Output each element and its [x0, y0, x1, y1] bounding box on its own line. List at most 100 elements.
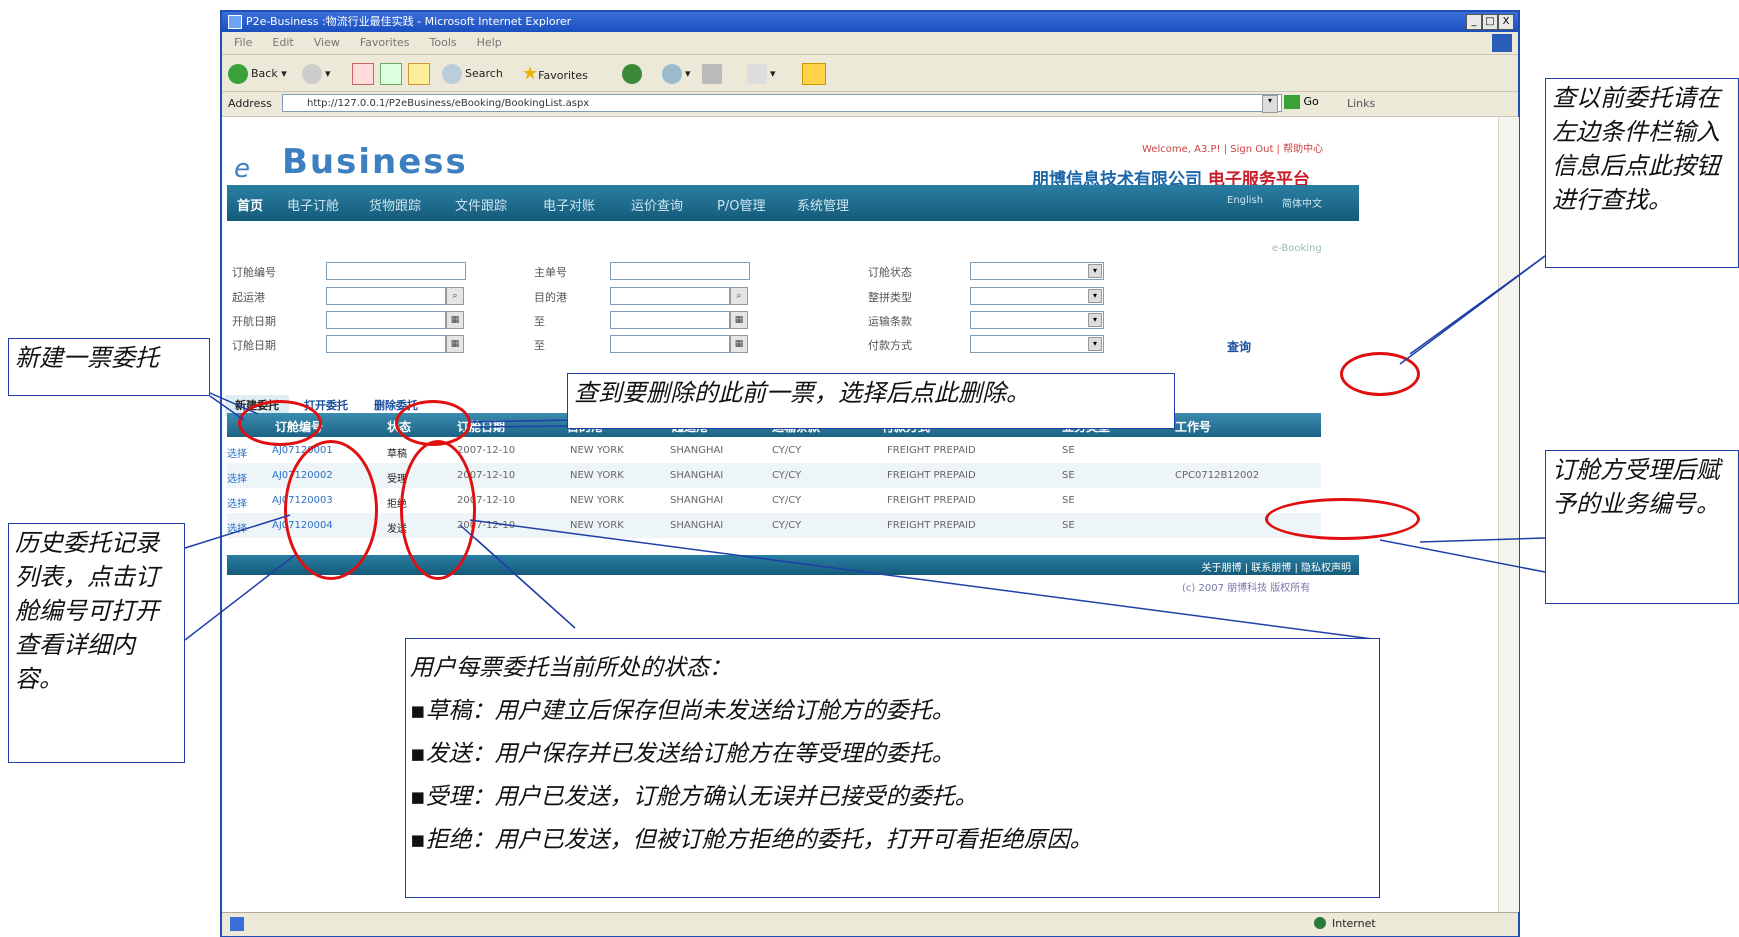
payment-cell: FREIGHT PREPAID — [887, 520, 976, 531]
back-button[interactable]: Back ▾ — [228, 63, 287, 85]
ie-icon — [228, 15, 242, 29]
business-type-cell: SE — [1062, 495, 1075, 506]
lang-english[interactable]: English — [1227, 195, 1263, 206]
status-bar: Internet — [222, 912, 1518, 936]
destination-port-input[interactable] — [610, 287, 730, 305]
payment-method-select[interactable]: ▾ — [970, 335, 1104, 353]
table-row: 选择 AJ07120004 发送 2007-12-10 NEW YORK SHA… — [227, 513, 1321, 538]
booking-status-select[interactable]: ▾ — [970, 262, 1104, 280]
sail-date-from-input[interactable] — [326, 311, 446, 329]
nav-system-management[interactable]: 系统管理 — [797, 195, 849, 214]
highlight-status-column — [400, 440, 476, 580]
menu-view[interactable]: View — [314, 36, 340, 49]
print-icon[interactable] — [702, 63, 725, 85]
nav-cargo-tracking[interactable]: 货物跟踪 — [369, 195, 421, 214]
refresh-icon[interactable] — [380, 63, 402, 85]
row-select-link[interactable]: 选择 — [227, 445, 247, 460]
chevron-down-icon: ▾ — [1088, 313, 1102, 327]
origin-lookup-icon[interactable]: ⌕ — [446, 287, 464, 305]
folder-icon[interactable] — [802, 63, 826, 85]
nav-home[interactable]: 首页 — [237, 195, 263, 214]
destination-lookup-icon[interactable]: ⌕ — [730, 287, 748, 305]
nav-ebooking[interactable]: 电子订舱 — [287, 195, 339, 214]
main-nav: 首页 电子订舱 货物跟踪 文件跟踪 电子对账 运价查询 P/O管理 系统管理 E… — [227, 185, 1359, 221]
calendar-icon[interactable]: ▦ — [446, 335, 464, 353]
minimize-button[interactable]: _ — [1466, 14, 1482, 30]
footer-links[interactable]: 关于朋博 | 联系朋博 | 隐私权声明 — [1202, 559, 1351, 574]
calendar-icon[interactable]: ▦ — [730, 311, 748, 329]
row-select-link[interactable]: 选择 — [227, 520, 247, 535]
vertical-scrollbar[interactable] — [1498, 117, 1519, 912]
destination-cell: NEW YORK — [570, 445, 624, 456]
filter-label-master-bl: 主单号 — [534, 266, 567, 279]
row-select-link[interactable]: 选择 — [227, 495, 247, 510]
lang-chinese[interactable]: 简体中文 — [1282, 195, 1322, 210]
address-input[interactable]: http://127.0.0.1/P2eBusiness/eBooking/Bo… — [282, 94, 1282, 112]
nav-reconciliation[interactable]: 电子对账 — [543, 195, 595, 214]
favorites-button[interactable]: ★Favorites — [522, 63, 588, 85]
booking-no-input[interactable] — [326, 262, 466, 280]
stop-icon[interactable] — [352, 63, 374, 85]
filter-label-sail-date: 开航日期 — [232, 315, 276, 328]
row-select-link[interactable]: 选择 — [227, 470, 247, 485]
home-icon[interactable] — [408, 63, 430, 85]
menu-tools[interactable]: Tools — [430, 36, 457, 49]
welcome-text[interactable]: Welcome, A3.P! | Sign Out | 帮助中心 — [1142, 140, 1323, 155]
highlight-job-no — [1265, 498, 1420, 540]
annotation-status-legend: 用户每票委托当前所处的状态： ▪草稿：用户建立后保存但尚未发送给订舱方的委托。 … — [405, 638, 1380, 898]
search-icon — [442, 64, 462, 84]
sail-date-to-input[interactable] — [610, 311, 730, 329]
query-button[interactable]: 查询 — [1227, 338, 1251, 355]
forward-button[interactable]: ▾ — [302, 63, 331, 85]
status-legend-title: 用户每票委托当前所处的状态： — [410, 655, 732, 681]
address-dropdown-icon[interactable]: ▾ — [1262, 95, 1278, 113]
col-job-no: 工作号 — [1175, 420, 1212, 434]
nav-po-management[interactable]: P/O管理 — [717, 195, 765, 214]
chevron-down-icon: ▾ — [1088, 289, 1102, 303]
payment-cell: FREIGHT PREPAID — [887, 495, 976, 506]
filter-label-to: 至 — [534, 315, 545, 328]
nav-file-tracking[interactable]: 文件跟踪 — [455, 195, 507, 214]
logo-e: e — [234, 154, 250, 184]
annotation-history: 历史委托记录列表，点击订舱编号可打开查看详细内容。 — [8, 523, 185, 763]
mail-icon[interactable]: ▾ — [662, 63, 691, 85]
business-type-cell: SE — [1062, 520, 1075, 531]
calendar-icon[interactable]: ▦ — [730, 335, 748, 353]
destination-cell: NEW YORK — [570, 520, 624, 531]
load-type-select[interactable]: ▾ — [970, 287, 1104, 305]
history-icon[interactable] — [622, 63, 645, 85]
status-legend-item: ▪拒绝：用户已发送，但被订舱方拒绝的委托，打开可看拒绝原因。 — [410, 827, 1093, 853]
table-row: 选择 AJ07120001 草稿 2007-12-10 NEW YORK SHA… — [227, 438, 1321, 463]
breadcrumb: e-Booking — [1272, 243, 1322, 254]
annotation-delete: 查到要删除的此前一票，选择后点此删除。 — [567, 373, 1175, 429]
links-button[interactable]: Links — [1347, 97, 1375, 110]
booking-date-from-input[interactable] — [326, 335, 446, 353]
edit-icon[interactable]: ▾ — [747, 63, 776, 85]
status-legend-item: ▪草稿：用户建立后保存但尚未发送给订舱方的委托。 — [410, 698, 955, 724]
calendar-icon[interactable]: ▦ — [446, 311, 464, 329]
filter-label-booking-date: 订舱日期 — [232, 339, 276, 352]
terms-cell: CY/CY — [772, 495, 802, 506]
title-bar: P2e-Business :物流行业最佳实践 - Microsoft Inter… — [222, 12, 1518, 32]
maximize-button[interactable]: □ — [1482, 14, 1498, 30]
filter-label-to: 至 — [534, 339, 545, 352]
destination-cell: NEW YORK — [570, 495, 624, 506]
master-bl-input[interactable] — [610, 262, 750, 280]
booking-date-cell: 2007-12-10 — [457, 445, 516, 456]
star-icon: ★ — [522, 63, 539, 84]
menu-edit[interactable]: Edit — [272, 36, 293, 49]
destination-cell: NEW YORK — [570, 470, 624, 481]
footer-bar: 关于朋博 | 联系朋博 | 隐私权声明 — [227, 555, 1359, 575]
address-label: Address — [228, 97, 272, 110]
shipping-terms-select[interactable]: ▾ — [970, 311, 1104, 329]
nav-rate-query[interactable]: 运价查询 — [631, 195, 683, 214]
search-button[interactable]: Search — [442, 63, 503, 85]
menu-file[interactable]: File — [234, 36, 252, 49]
close-button[interactable]: X — [1498, 14, 1514, 30]
booking-date-to-input[interactable] — [610, 335, 730, 353]
menu-help[interactable]: Help — [477, 36, 502, 49]
go-button[interactable]: Go — [1284, 95, 1319, 109]
status-legend-item: ▪受理：用户已发送，订舱方确认无误并已接受的委托。 — [410, 784, 978, 810]
menu-favorites[interactable]: Favorites — [360, 36, 410, 49]
origin-port-input[interactable] — [326, 287, 446, 305]
